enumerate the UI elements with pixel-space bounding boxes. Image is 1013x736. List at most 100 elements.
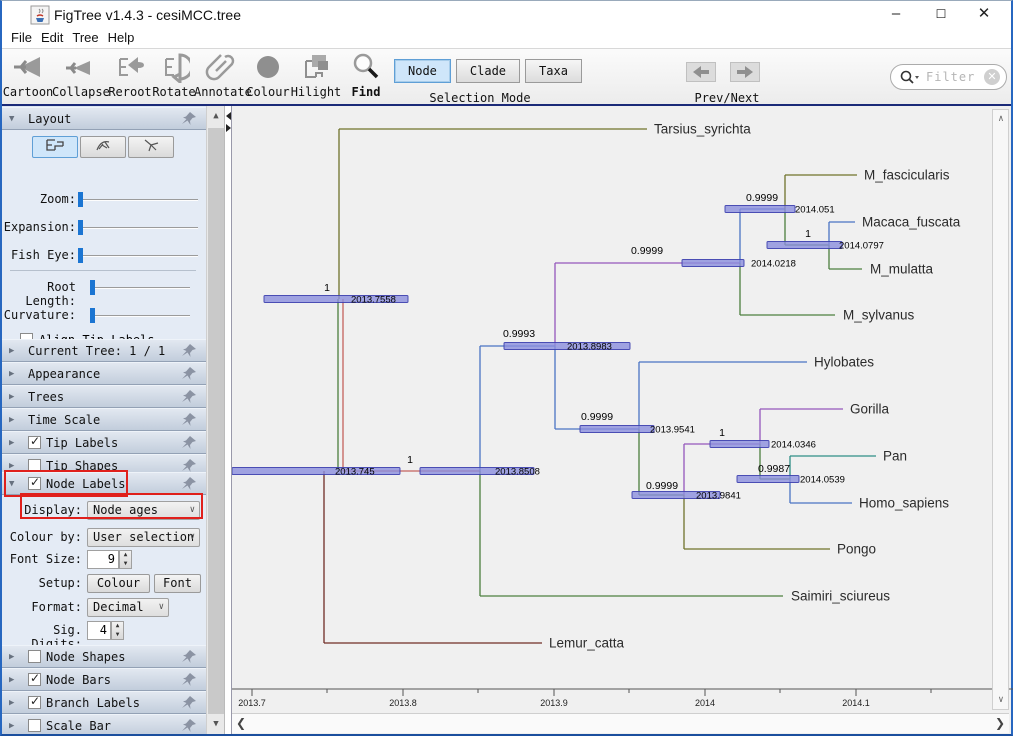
sidebar-scroll-up-icon[interactable]: ▲ bbox=[208, 108, 224, 124]
spinner-up-icon[interactable]: ▲ bbox=[120, 551, 131, 560]
hilight-tool-button[interactable]: Hilight bbox=[290, 51, 342, 99]
node-bar[interactable] bbox=[766, 241, 843, 249]
pin-icon[interactable] bbox=[182, 650, 196, 666]
section-appearance[interactable]: ▶ Appearance bbox=[2, 362, 206, 385]
slider-track[interactable] bbox=[78, 227, 198, 229]
tip-label-pan[interactable]: Pan bbox=[883, 449, 907, 464]
tip-label-m_mulatta[interactable]: M_mulatta bbox=[870, 262, 934, 277]
format-select[interactable]: Decimal ∨ bbox=[87, 598, 169, 617]
collapse-right-icon[interactable] bbox=[226, 124, 231, 132]
pin-icon[interactable] bbox=[182, 390, 196, 406]
tree-scroll-down-icon[interactable]: ∨ bbox=[993, 692, 1009, 708]
tip-label-homo_sapiens[interactable]: Homo_sapiens bbox=[859, 496, 949, 511]
polar-layout-button[interactable] bbox=[80, 136, 126, 158]
tip-label-macaca_fuscata[interactable]: Macaca_fuscata bbox=[862, 215, 961, 230]
section-time-scale[interactable]: ▶ Time Scale bbox=[2, 408, 206, 431]
section-tip-labels[interactable]: ▶ ✓ Tip Labels bbox=[2, 431, 206, 454]
expand-triangle-icon[interactable]: ▶ bbox=[9, 675, 14, 685]
collapse-tool-button[interactable]: Collapse bbox=[52, 51, 110, 99]
section-branch-labels[interactable]: ▶ ✓ Branch Labels bbox=[2, 691, 206, 714]
filter-search-box[interactable]: Filter ✕ bbox=[890, 64, 1007, 90]
fontsize-field[interactable]: 9 bbox=[87, 550, 119, 569]
section-node-bars[interactable]: ▶ ✓ Node Bars bbox=[2, 668, 206, 691]
display-select[interactable]: Node ages ∨ bbox=[87, 501, 200, 520]
menu-file[interactable]: File bbox=[11, 30, 32, 45]
pin-icon[interactable] bbox=[182, 413, 196, 429]
radial-layout-button[interactable] bbox=[128, 136, 174, 158]
pin-icon[interactable] bbox=[182, 112, 196, 128]
scale-bar-checkbox[interactable] bbox=[28, 719, 41, 732]
next-button[interactable] bbox=[730, 62, 760, 82]
node-bar[interactable] bbox=[736, 475, 800, 483]
setup-colour-button[interactable]: Colour bbox=[87, 574, 150, 593]
node-bar[interactable] bbox=[681, 259, 745, 267]
fontsize-stepper[interactable]: ▲ ▼ bbox=[119, 550, 132, 569]
rotate-tool-button[interactable]: Rotate bbox=[148, 51, 200, 99]
tree-vertical-scrollbar[interactable]: ∧ ∨ bbox=[992, 109, 1009, 710]
selection-mode-clade[interactable]: Clade bbox=[455, 59, 521, 83]
collapse-left-icon[interactable] bbox=[226, 112, 231, 120]
section-layout[interactable]: ▼ Layout bbox=[2, 107, 206, 130]
slider-track[interactable] bbox=[90, 287, 190, 289]
node-bar[interactable] bbox=[579, 425, 655, 433]
collapse-triangle-icon[interactable]: ▼ bbox=[9, 114, 14, 124]
node-bars-checkbox[interactable]: ✓ bbox=[28, 671, 41, 686]
maximize-button[interactable]: ☐ bbox=[926, 3, 956, 25]
tip-label-m_sylvanus[interactable]: M_sylvanus bbox=[843, 308, 915, 323]
node-shapes-checkbox[interactable] bbox=[28, 650, 41, 663]
expansion-slider-thumb[interactable] bbox=[78, 220, 83, 235]
clear-filter-icon[interactable]: ✕ bbox=[984, 69, 1000, 85]
tip-label-m_fascicularis[interactable]: M_fascicularis bbox=[864, 168, 950, 183]
menu-help[interactable]: Help bbox=[108, 30, 135, 45]
sigdigits-field[interactable]: 4 bbox=[87, 621, 111, 640]
rectangular-layout-button[interactable] bbox=[32, 136, 78, 158]
section-node-shapes[interactable]: ▶ Node Shapes bbox=[2, 645, 206, 668]
pin-icon[interactable] bbox=[182, 719, 196, 734]
tip-labels-checkbox[interactable]: ✓ bbox=[28, 434, 41, 449]
expand-triangle-icon[interactable]: ▶ bbox=[9, 415, 14, 425]
setup-font-button[interactable]: Font bbox=[154, 574, 201, 593]
node-labels-checkbox[interactable]: ✓ bbox=[28, 475, 41, 490]
branch-labels-checkbox[interactable]: ✓ bbox=[28, 694, 41, 709]
rootlength-slider-thumb[interactable] bbox=[90, 280, 95, 295]
tree-scroll-up-icon[interactable]: ∧ bbox=[993, 111, 1009, 127]
node-bar[interactable] bbox=[709, 440, 770, 448]
spinner-down-icon[interactable]: ▼ bbox=[120, 560, 131, 569]
tip-label-tarsius_syrichta[interactable]: Tarsius_syrichta bbox=[654, 122, 751, 137]
expand-triangle-icon[interactable]: ▶ bbox=[9, 369, 14, 379]
menu-edit[interactable]: Edit bbox=[41, 30, 63, 45]
selection-mode-node[interactable]: Node bbox=[394, 59, 451, 83]
node-bar[interactable] bbox=[232, 467, 401, 475]
section-trees[interactable]: ▶ Trees bbox=[2, 385, 206, 408]
spinner-up-icon[interactable]: ▲ bbox=[112, 622, 123, 631]
fisheye-slider-thumb[interactable] bbox=[78, 248, 83, 263]
pin-icon[interactable] bbox=[182, 344, 196, 360]
prev-button[interactable] bbox=[686, 62, 716, 82]
expand-triangle-icon[interactable]: ▶ bbox=[9, 438, 14, 448]
expand-triangle-icon[interactable]: ▶ bbox=[9, 346, 14, 356]
section-current-tree-1-1[interactable]: ▶ Current Tree: 1 / 1 bbox=[2, 339, 206, 362]
collapse-triangle-icon[interactable]: ▼ bbox=[9, 479, 14, 489]
slider-track[interactable] bbox=[78, 199, 198, 201]
tip-label-saimiri_sciureus[interactable]: Saimiri_sciureus bbox=[791, 589, 890, 604]
pin-icon[interactable] bbox=[182, 436, 196, 452]
expand-triangle-icon[interactable]: ▶ bbox=[9, 461, 14, 471]
tree-horizontal-scrollbar[interactable]: ❮ ❯ bbox=[232, 713, 1009, 733]
sidebar-scroll-thumb[interactable] bbox=[208, 128, 224, 714]
expand-triangle-icon[interactable]: ▶ bbox=[9, 392, 14, 402]
colour-tool-button[interactable]: Colour bbox=[242, 51, 294, 99]
pin-icon[interactable] bbox=[182, 673, 196, 689]
expand-triangle-icon[interactable]: ▶ bbox=[9, 652, 14, 662]
selection-mode-taxa[interactable]: Taxa bbox=[525, 59, 582, 83]
expand-triangle-icon[interactable]: ▶ bbox=[9, 698, 14, 708]
section-scale-bar[interactable]: ▶ Scale Bar bbox=[2, 714, 206, 734]
slider-track[interactable] bbox=[78, 255, 198, 257]
curvature-slider-thumb[interactable] bbox=[90, 308, 95, 323]
annotate-tool-button[interactable]: Annotate bbox=[194, 51, 252, 99]
sidebar-scroll-down-icon[interactable]: ▼ bbox=[208, 716, 224, 732]
zoom-slider-thumb[interactable] bbox=[78, 192, 83, 207]
tip-label-pongo[interactable]: Pongo bbox=[837, 542, 876, 557]
menu-tree[interactable]: Tree bbox=[72, 30, 98, 45]
tip-label-lemur_catta[interactable]: Lemur_catta bbox=[549, 636, 625, 651]
close-button[interactable]: ✕ bbox=[969, 3, 999, 25]
